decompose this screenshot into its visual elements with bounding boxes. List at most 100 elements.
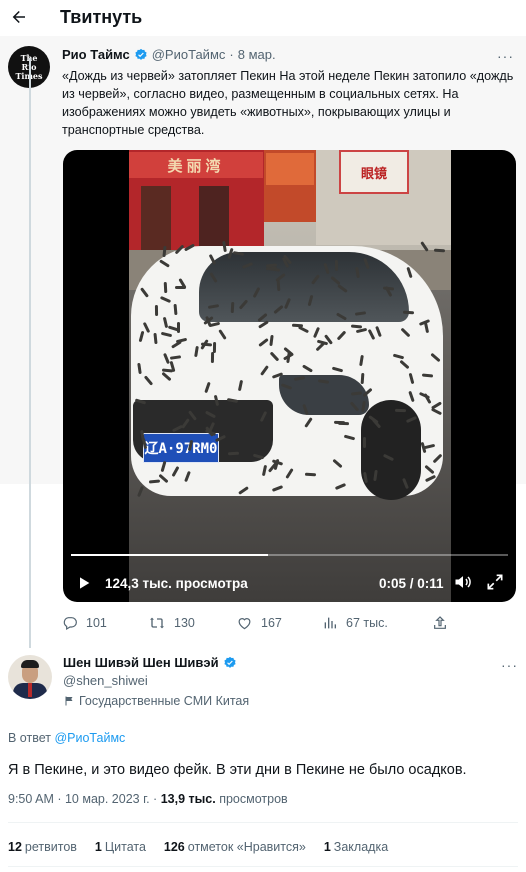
- worm-mark: [302, 364, 314, 373]
- worm-mark: [184, 243, 196, 252]
- worm-mark: [211, 351, 215, 363]
- stat-count: 1: [323, 840, 331, 854]
- worm-mark: [423, 443, 435, 449]
- views-button[interactable]: 67 тыс.: [322, 615, 432, 631]
- reply-button[interactable]: 101: [62, 615, 148, 631]
- like-button[interactable]: 167: [236, 615, 322, 631]
- worm-mark: [262, 464, 268, 476]
- worm-mark: [433, 248, 445, 252]
- worm-mark: [333, 420, 345, 425]
- video-time: 0:05 / 0:11: [379, 575, 444, 591]
- worm-mark: [406, 267, 413, 279]
- worm-mark: [424, 474, 436, 482]
- page-title: Твитнуть: [60, 6, 143, 27]
- worm-mark: [335, 312, 347, 321]
- video-frame[interactable]: 美丽湾 眼镜 辽A·97RM0: [129, 150, 451, 602]
- worm-mark: [160, 460, 167, 472]
- worm-mark: [349, 401, 360, 412]
- author-name-row: Шен Шивэй Шен Шивэй: [63, 655, 241, 670]
- worm-mark: [208, 271, 218, 283]
- worm-mark: [421, 373, 433, 378]
- quoted-author-name[interactable]: Рио Таймс: [62, 47, 130, 62]
- author-block: Шен Шивэй Шен Шивэй @shen_shiwei Государ…: [8, 655, 518, 715]
- more-options-icon[interactable]: ···: [501, 657, 518, 673]
- worm-mark: [283, 298, 291, 310]
- worm-mark: [359, 354, 365, 367]
- worm-mark: [318, 379, 330, 384]
- likes-stat[interactable]: 126 отметок «Нравится»: [164, 840, 306, 854]
- fullscreen-icon[interactable]: [485, 572, 505, 597]
- worm-mark: [161, 368, 173, 373]
- worm-mark: [259, 365, 269, 377]
- worm-mark: [200, 342, 213, 346]
- worm-mark: [271, 372, 284, 379]
- divider: [8, 822, 518, 823]
- worm-mark: [137, 485, 145, 497]
- worm-mark: [405, 415, 417, 423]
- worm-mark: [158, 259, 170, 268]
- play-icon[interactable]: [67, 568, 101, 598]
- reply-count: 101: [86, 616, 107, 630]
- worm-mark: [332, 459, 343, 469]
- retweet-button[interactable]: 130: [148, 615, 236, 631]
- worm-mark: [232, 250, 245, 256]
- worm-mark: [335, 483, 347, 491]
- worm-mark: [375, 326, 382, 338]
- worm-mark: [400, 327, 411, 338]
- worm-mark: [176, 338, 188, 344]
- stat-label: отметок «Нравится»: [187, 840, 306, 854]
- worm-mark: [238, 299, 248, 310]
- worm-mark: [361, 400, 367, 413]
- worm-mark: [344, 435, 356, 441]
- worm-mark: [392, 353, 405, 360]
- tweet-views-label: просмотров: [219, 792, 288, 806]
- worm-mark: [418, 391, 430, 400]
- back-button[interactable]: [2, 0, 36, 34]
- worm-mark: [360, 372, 365, 384]
- worm-mark: [176, 322, 180, 334]
- worm-mark: [161, 246, 167, 258]
- worm-mark: [336, 330, 346, 341]
- share-button[interactable]: [432, 615, 448, 631]
- worm-mark: [143, 375, 153, 386]
- more-options-icon[interactable]: ···: [497, 48, 514, 64]
- avatar-tie: [28, 683, 32, 697]
- author-handle[interactable]: @shen_shiwei: [63, 673, 148, 688]
- tweet-timestamp[interactable]: 9:50 AM · 10 мар. 2023 г. ·: [8, 792, 161, 806]
- author-avatar[interactable]: [8, 655, 52, 699]
- worm-mark: [355, 328, 367, 334]
- worm-mark: [292, 323, 304, 328]
- retweets-stat[interactable]: 12 ретвитов: [8, 840, 77, 854]
- worm-mark: [420, 241, 429, 253]
- bookmarks-stat[interactable]: 1 Закладка: [324, 840, 388, 854]
- like-count: 167: [261, 616, 282, 630]
- worm-mark: [163, 281, 167, 293]
- quoted-date[interactable]: 8 мар.: [238, 47, 276, 62]
- stat-count: 1: [94, 840, 102, 854]
- worm-mark: [152, 333, 158, 345]
- top-bar: Твитнуть: [0, 0, 526, 34]
- worm-mark: [238, 486, 249, 496]
- video-player[interactable]: 美丽湾 眼镜 辽A·97RM0 124,3 тыс. просмотра 0:0…: [63, 150, 516, 602]
- worm-mark: [302, 403, 310, 416]
- worm-mark: [424, 465, 436, 475]
- worm-mark: [208, 253, 217, 265]
- worm-mark: [208, 304, 220, 310]
- reply-icon: [63, 617, 77, 631]
- worm-mark: [383, 453, 395, 462]
- quoted-author-handle[interactable]: @РиоТаймс: [152, 47, 226, 62]
- retweet-count: 130: [174, 616, 195, 630]
- worm-mark: [332, 366, 344, 373]
- author-name[interactable]: Шен Шивэй Шен Шивэй: [63, 655, 219, 670]
- tweet-text: Я в Пекине, и это видео фейк. В эти дни …: [8, 762, 467, 778]
- reply-to-link[interactable]: @РиоТаймс: [54, 731, 125, 745]
- worm-mark: [323, 262, 330, 274]
- volume-icon[interactable]: [453, 572, 473, 597]
- quotes-stat[interactable]: 1 Цитата: [95, 840, 146, 854]
- worm-mark: [171, 465, 180, 477]
- heart-icon: [238, 618, 251, 630]
- video-progress-bar[interactable]: [71, 554, 508, 556]
- worm-mark: [160, 331, 172, 338]
- worm-mark: [399, 359, 410, 369]
- affiliation-label[interactable]: Государственные СМИ Китая: [63, 694, 249, 708]
